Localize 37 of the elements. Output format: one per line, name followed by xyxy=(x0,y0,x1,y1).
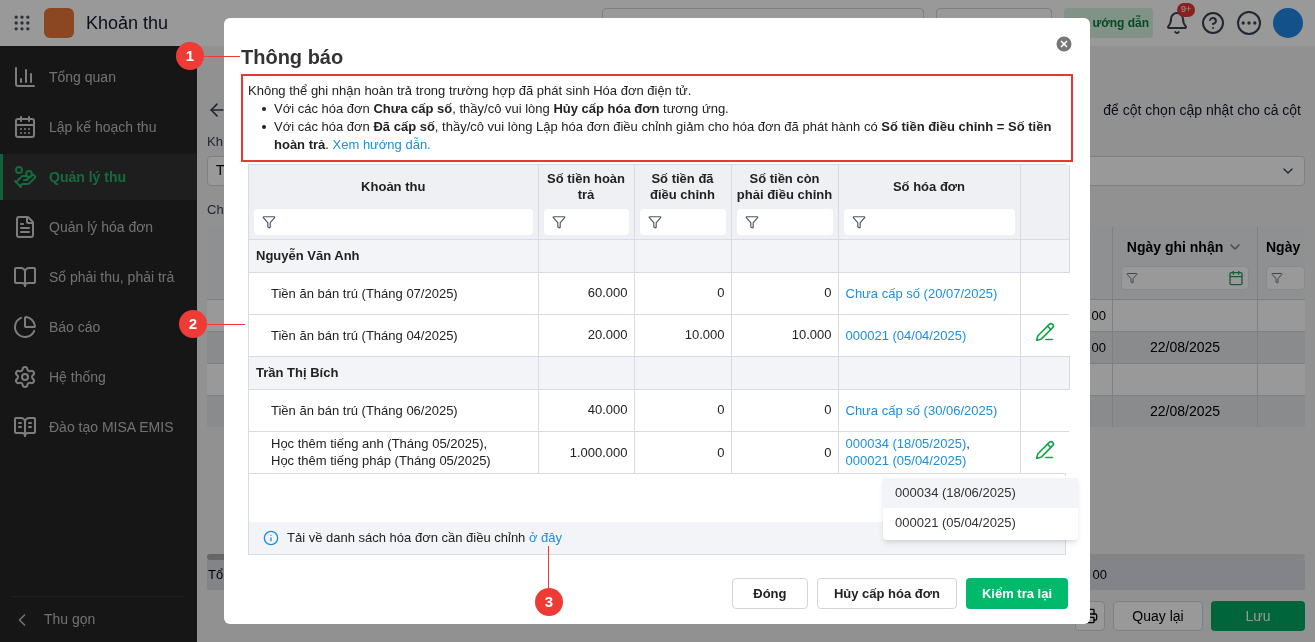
group-name: Trần Thị Bích xyxy=(256,364,339,380)
column-header: Khoản thu xyxy=(361,179,426,195)
table-cell: 22/08/2025 xyxy=(1113,395,1258,427)
column-header: Ngày xyxy=(1266,237,1302,257)
amount-cell: 40.000 xyxy=(587,402,628,418)
field-label: Kh xyxy=(207,133,223,151)
notification-badge: 9+ xyxy=(1177,3,1196,17)
item-cell: Học thêm tiếng pháp (Tháng 05/2025) xyxy=(271,452,491,470)
amount-cell: 0 xyxy=(717,444,725,460)
hint-text: để cột chọn cập nhật cho cả cột xyxy=(1103,100,1301,120)
amount-cell: 0 xyxy=(824,402,832,418)
column-header: Ngày ghi nhận xyxy=(1126,237,1224,257)
section-label: Ch xyxy=(207,200,224,219)
amount-cell: 0 xyxy=(717,402,725,418)
column-header: Số tiền đã điều chỉnh xyxy=(649,171,716,203)
notice-bullet: Với các hóa đơn Đã cấp số, thầy/cô vui lòng Lập hóa đơn điều chỉnh giảm cho hóa đơn đã phát hành có Số tiền điều chỉnh = Số tiền hoàn trả. Xem hướng dẫn. xyxy=(262,118,1066,154)
amount-cell: 0 xyxy=(824,444,832,460)
total-label: Tổ xyxy=(208,566,224,585)
column-header: Số hóa đơn xyxy=(892,179,966,195)
item-cell: Tiền ăn bán trú (Tháng 07/2025) xyxy=(271,284,458,302)
info-text: Tải về danh sách hóa đơn cần điều chỉnh ở đây xyxy=(287,529,563,548)
item-cell: Học thêm tiếng anh (Tháng 05/2025), xyxy=(271,435,488,453)
app-title: Khoản thu xyxy=(86,11,169,35)
notice-text: Không thể ghi nhận hoàn trả trong trường hợp đã phát sinh Hóa đơn điện tử. xyxy=(248,82,693,100)
separator-text: , xyxy=(966,436,970,452)
item-cell: Tiền ăn bán trú (Tháng 06/2025) xyxy=(271,401,458,419)
group-name: Nguyễn Văn Anh xyxy=(256,247,360,263)
notice-bullet: Với các hóa đơn Chưa cấp số, thầy/cô vui lòng Hủy cấp hóa đơn tương ứng. xyxy=(262,100,1066,118)
amount-cell: 60.000 xyxy=(587,285,628,301)
amount-cell: 0 xyxy=(824,285,832,301)
amount-cell: 1.000.000 xyxy=(569,444,628,460)
amount-cell: 0 xyxy=(717,285,725,301)
table-cell: 22/08/2025 xyxy=(1113,331,1258,363)
total-amount: 00 xyxy=(1092,566,1107,585)
dialog-title: Thông báo xyxy=(241,45,344,70)
column-header: Số tiền còn phải điều chỉnh xyxy=(735,171,834,203)
column-header: Số tiền hoàn trả xyxy=(546,171,626,203)
